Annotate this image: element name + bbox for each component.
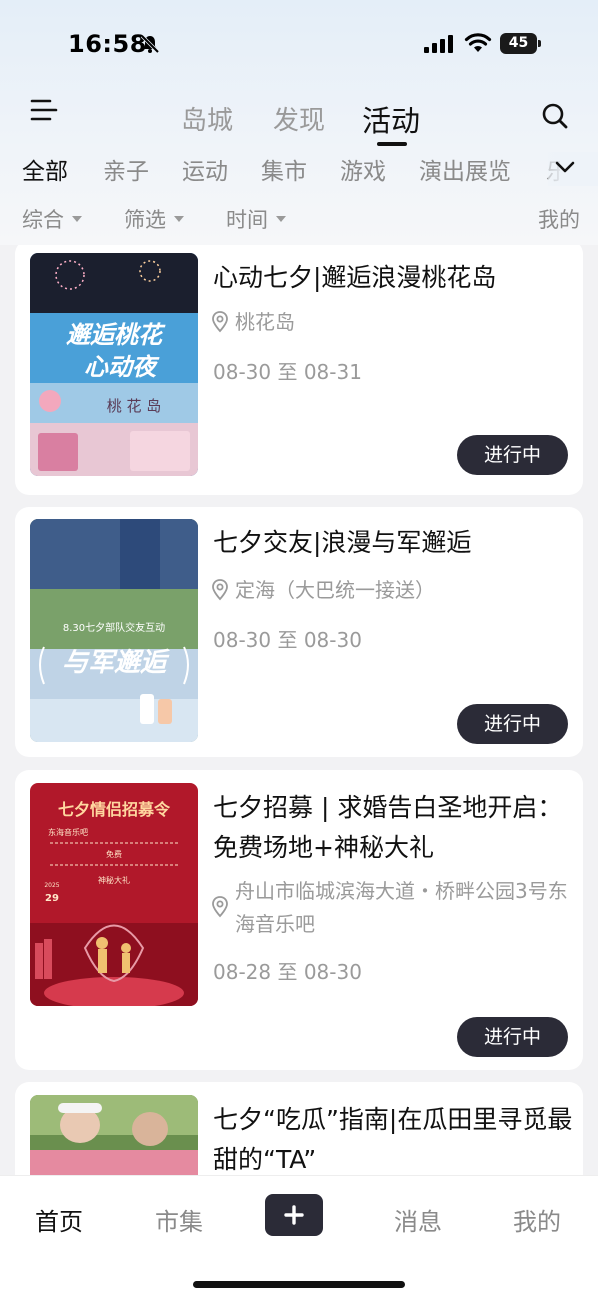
- location-pin-icon: [212, 896, 228, 918]
- event-title: 七夕“吃瓜”指南|在瓜田里寻觅最甜的“TA”: [213, 1105, 573, 1174]
- event-date: 08-28 至 08-30: [213, 960, 362, 984]
- create-button[interactable]: [265, 1194, 323, 1236]
- poster-text: 邂逅桃花: [66, 321, 166, 349]
- poster-text: 8.30七夕部队交友互动: [63, 621, 165, 634]
- battery-level: 45: [508, 35, 529, 51]
- event-location: 舟山市临城滨海大道・桥畔公园3号东海音乐吧: [211, 875, 571, 941]
- tab-messages[interactable]: 消息: [394, 1202, 442, 1237]
- battery-indicator: 45: [500, 33, 542, 54]
- tab-events[interactable]: 活动: [362, 98, 420, 140]
- filter-sort[interactable]: 综合: [22, 204, 82, 234]
- status-time: 16:58: [68, 30, 147, 58]
- event-title: 心动七夕|邂逅浪漫桃花岛: [213, 263, 497, 292]
- status-bar: 16:58 45: [0, 0, 598, 90]
- tab-island-city[interactable]: 岛城: [181, 100, 233, 137]
- event-card[interactable]: 邂逅桃花 心动夜 桃 花 岛 心动七夕|邂逅浪漫桃花岛 桃花岛 08-30 至 …: [15, 245, 583, 495]
- location-pin-icon: [212, 579, 228, 601]
- event-list: 邂逅桃花 心动夜 桃 花 岛 心动七夕|邂逅浪漫桃花岛 桃花岛 08-30 至 …: [0, 245, 598, 1175]
- wifi-icon: [464, 33, 492, 52]
- tab-discover[interactable]: 发现: [273, 100, 325, 137]
- category-games[interactable]: 游戏: [340, 152, 386, 186]
- event-status-button[interactable]: 进行中: [457, 1017, 568, 1057]
- event-location: 桃花岛: [211, 306, 571, 339]
- search-icon[interactable]: [541, 102, 569, 130]
- event-date: 08-30 至 08-31: [213, 360, 362, 384]
- home-indicator: [193, 1281, 405, 1288]
- tab-home[interactable]: 首页: [35, 1202, 83, 1237]
- poster-text: 免费: [106, 849, 122, 859]
- event-card[interactable]: 七夕情侣招募令 东海音乐吧 免费 神秘大礼 2025 29 七夕招募 | 求婚告…: [15, 770, 583, 1070]
- dropdown-triangle-icon: [72, 216, 82, 222]
- dropdown-triangle-icon: [276, 216, 286, 222]
- tab-mine[interactable]: 我的: [513, 1202, 561, 1237]
- plus-icon: [284, 1205, 304, 1225]
- category-bar: 全部 亲子 运动 集市 游戏 演出展览 乐: [0, 148, 560, 188]
- chevron-down-icon[interactable]: [555, 160, 575, 174]
- category-market[interactable]: 集市: [261, 152, 307, 186]
- poster-text: 与军邂逅: [62, 648, 170, 678]
- tab-market[interactable]: 市集: [155, 1202, 203, 1237]
- poster-text: 东海音乐吧: [48, 827, 88, 837]
- event-poster-image: 邂逅桃花 心动夜 桃 花 岛: [30, 253, 198, 476]
- event-poster-image: 8.30七夕部队交友互动 与军邂逅: [30, 519, 198, 742]
- poster-text: 神秘大礼: [98, 875, 130, 885]
- event-title: 七夕招募 | 求婚告白圣地开启：免费场地+神秘大礼: [213, 793, 563, 862]
- event-title: 七夕交友|浪漫与军邂逅: [213, 528, 472, 557]
- event-date: 08-30 至 08-30: [213, 628, 362, 652]
- event-card[interactable]: 七夕“吃瓜”指南|在瓜田里寻觅最甜的“TA”: [15, 1082, 583, 1175]
- poster-text: 桃 花 岛: [107, 397, 162, 415]
- event-location: 定海（大巴统一接送）: [211, 574, 571, 607]
- event-status-button[interactable]: 进行中: [457, 704, 568, 744]
- menu-icon[interactable]: [30, 98, 58, 124]
- event-poster-image: [30, 1095, 198, 1175]
- dropdown-triangle-icon: [174, 216, 184, 222]
- filter-filter[interactable]: 筛选: [124, 204, 184, 234]
- category-family[interactable]: 亲子: [103, 152, 149, 186]
- event-status-button[interactable]: 进行中: [457, 435, 568, 475]
- filter-mine[interactable]: 我的: [538, 204, 580, 234]
- poster-text: 心动夜: [84, 353, 160, 381]
- signal-icon: [424, 35, 453, 53]
- category-all[interactable]: 全部: [22, 152, 68, 186]
- active-tab-underline: [377, 142, 407, 146]
- poster-text: 2025: [44, 882, 59, 889]
- event-poster-image: 七夕情侣招募令 东海音乐吧 免费 神秘大礼 2025 29: [30, 783, 198, 1006]
- filter-time[interactable]: 时间: [226, 204, 286, 234]
- category-sports[interactable]: 运动: [182, 152, 228, 186]
- poster-text: 29: [45, 893, 59, 904]
- event-card[interactable]: 8.30七夕部队交友互动 与军邂逅 七夕交友|浪漫与军邂逅 定海（大巴统一接送）…: [15, 507, 583, 757]
- category-shows[interactable]: 演出展览: [419, 152, 511, 186]
- poster-text: 七夕情侣招募令: [58, 800, 171, 819]
- bell-muted-icon: [140, 34, 160, 54]
- location-pin-icon: [212, 311, 228, 333]
